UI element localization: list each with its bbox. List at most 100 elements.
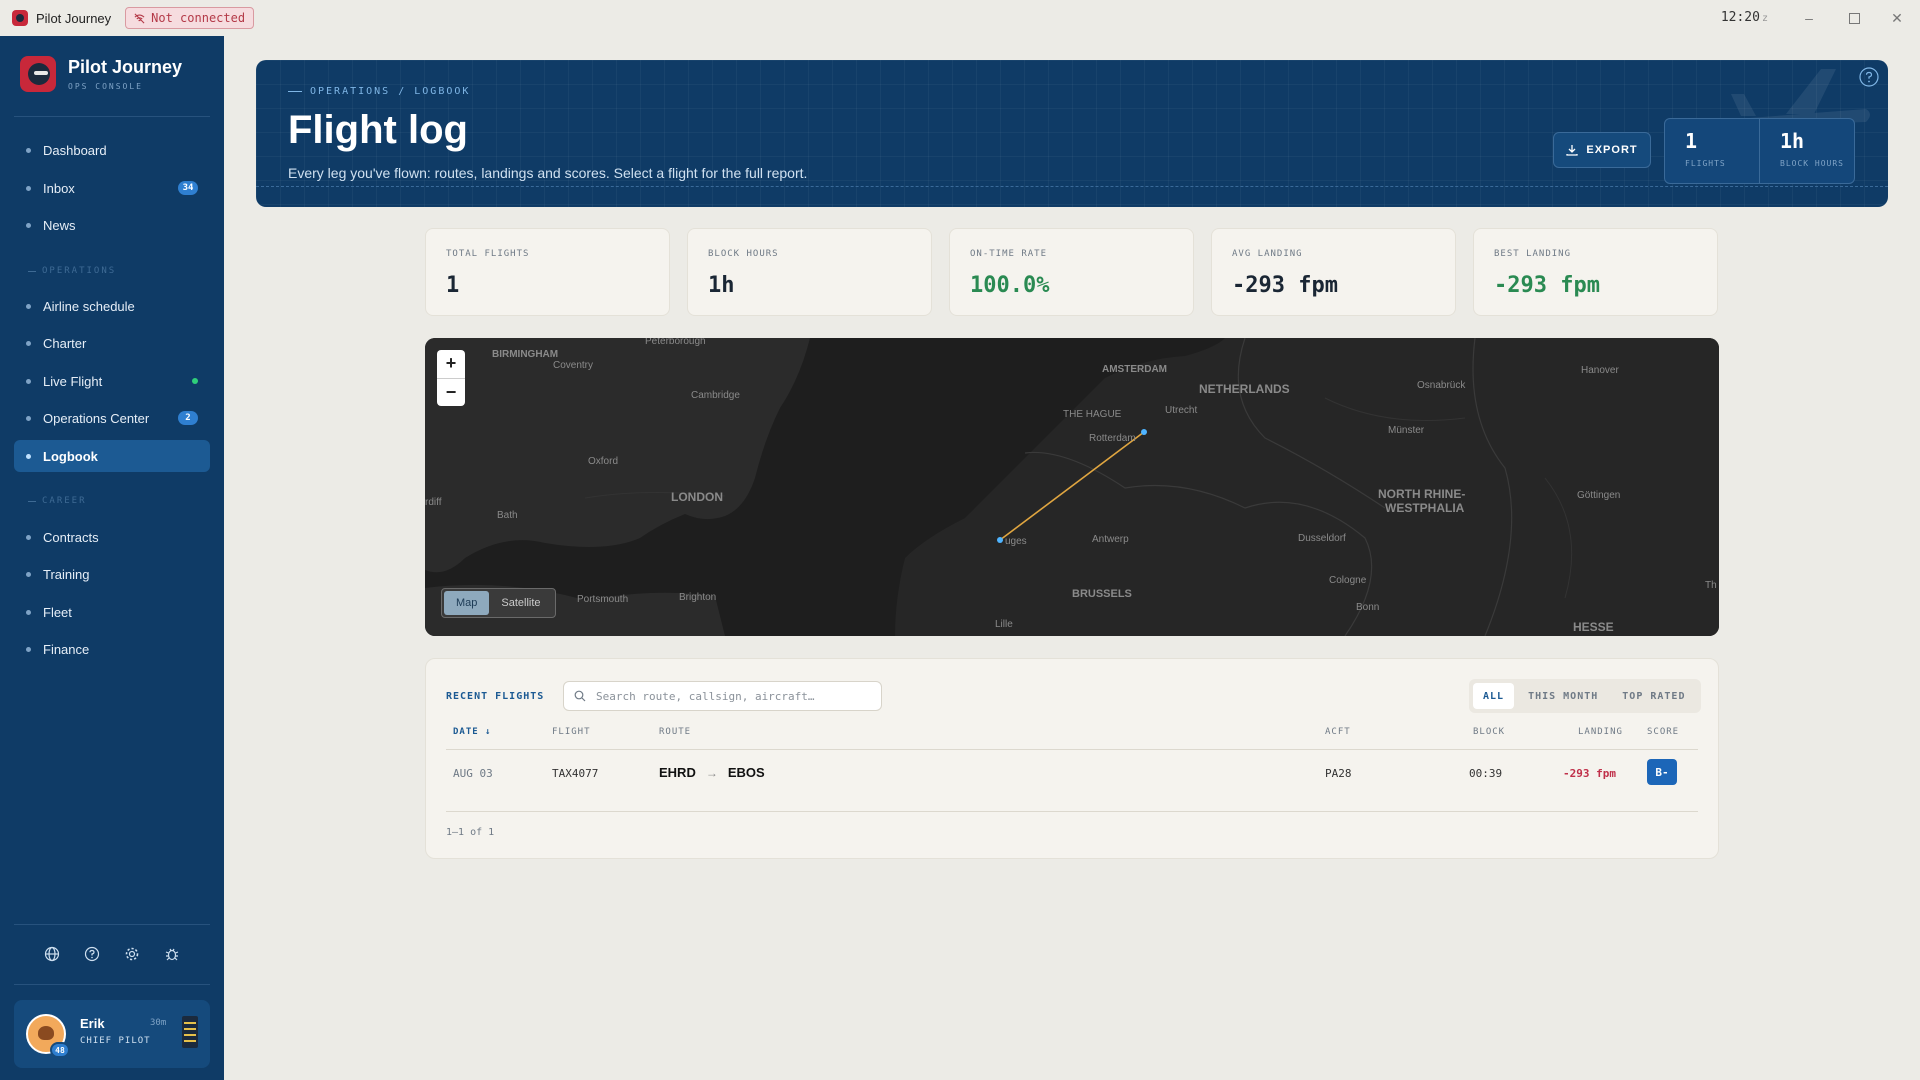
column-header-block[interactable]: BLOCK (1473, 727, 1505, 737)
map-label-antwerp: Antwerp (1092, 534, 1129, 545)
close-icon[interactable]: ✕ (1887, 8, 1907, 28)
sort-down-icon: ↓ (485, 727, 492, 737)
globe-icon[interactable] (42, 944, 62, 964)
map-label-utrecht: Utrecht (1165, 405, 1197, 416)
sidebar-item-label: Logbook (43, 448, 98, 464)
tab-all[interactable]: ALL (1473, 683, 1515, 709)
divider (446, 811, 1698, 812)
bullet-icon (26, 340, 31, 346)
bug-icon[interactable] (162, 944, 182, 964)
download-icon (1566, 145, 1579, 156)
session-time: 30m (150, 1018, 167, 1028)
bullet-icon (26, 646, 31, 652)
stat-card-block-hours: BLOCK HOURS 1h (687, 228, 932, 316)
settings-icon[interactable] (122, 944, 142, 964)
map-label-coventry: Coventry (553, 360, 593, 371)
sidebar-item-live-flight[interactable]: Live Flight (14, 365, 210, 397)
sidebar-item-label: Finance (43, 641, 90, 657)
map-label-netherlands: NETHERLANDS (1199, 382, 1290, 396)
minimize-icon[interactable]: – (1799, 8, 1819, 28)
column-header-landing[interactable]: LANDING (1578, 727, 1623, 737)
connection-status-badge[interactable]: Not connected (125, 7, 255, 29)
utc-clock: 12:20 z (1721, 10, 1768, 25)
brand[interactable]: Pilot Journey OPS CONSOLE (20, 56, 182, 92)
sidebar-item-finance[interactable]: Finance (14, 633, 210, 665)
cell-route: EHRD → EBOS (659, 765, 765, 780)
sidebar: Pilot Journey OPS CONSOLE Dashboard Inbo… (0, 36, 224, 1080)
sidebar-item-label: Live Flight (43, 373, 103, 389)
map-label-gottingen: Göttingen (1577, 490, 1620, 501)
search-field[interactable] (563, 681, 882, 711)
map-mode-satellite[interactable]: Satellite (489, 591, 552, 615)
sidebar-item-operations-center[interactable]: Operations Center 2 (14, 402, 210, 434)
window-title: Pilot Journey (36, 10, 112, 26)
sidebar-item-label: Fleet (43, 604, 72, 620)
bullet-icon (26, 147, 31, 153)
column-header-label: DATE (453, 727, 479, 737)
stat-card-avg-landing: AVG LANDING -293 fpm (1211, 228, 1456, 316)
sidebar-item-label: Charter (43, 335, 87, 351)
app-logo-icon (12, 10, 28, 26)
sidebar-item-dashboard[interactable]: Dashboard (14, 134, 210, 166)
stat-card-on-time-rate: ON-TIME RATE 100.0% (949, 228, 1194, 316)
column-header-flight[interactable]: FLIGHT (552, 727, 591, 737)
map-label-nrw-2: WESTPHALIA (1385, 501, 1465, 515)
sidebar-item-label: Inbox (43, 180, 75, 196)
section-heading-operations: OPERATIONS (28, 266, 116, 276)
sidebar-item-fleet[interactable]: Fleet (14, 596, 210, 628)
search-icon (574, 690, 586, 702)
sidebar-item-label: Contracts (43, 529, 99, 545)
maximize-icon[interactable] (1844, 8, 1864, 28)
clock-zone: z (1761, 13, 1768, 24)
destination-marker (997, 537, 1003, 543)
operations-count-badge: 2 (178, 411, 198, 425)
export-button[interactable]: EXPORT (1553, 132, 1651, 168)
map-label-cologne: Cologne (1329, 575, 1367, 586)
map-label-amsterdam: AMSTERDAM (1102, 364, 1167, 375)
inbox-count-badge: 34 (178, 181, 198, 195)
sidebar-item-contracts[interactable]: Contracts (14, 521, 210, 553)
stat-card-best-landing: BEST LANDING -293 fpm (1473, 228, 1718, 316)
map-label-dusseldorf: Dusseldorf (1298, 533, 1346, 544)
zoom-out-button[interactable]: − (437, 377, 465, 407)
sidebar-item-label: Operations Center (43, 410, 150, 426)
flight-map[interactable]: BIRMINGHAM Coventry Peterborough Cambrid… (425, 338, 1719, 636)
landmass-continent (895, 338, 1719, 636)
section-heading-career: CAREER (28, 496, 87, 506)
cell-block: 00:39 (1469, 767, 1503, 780)
live-status-dot (192, 378, 198, 384)
stat-label: AVG LANDING (1232, 249, 1303, 259)
sidebar-item-training[interactable]: Training (14, 558, 210, 590)
tab-top-rated[interactable]: TOP RATED (1612, 683, 1695, 709)
map-mode-map[interactable]: Map (444, 591, 490, 615)
disconnected-icon (134, 13, 145, 23)
map-label-bath: Bath (497, 510, 518, 521)
zoom-in-button[interactable]: + (437, 350, 465, 378)
search-input[interactable] (596, 689, 876, 703)
map-label-london: LONDON (671, 490, 723, 504)
sidebar-item-inbox[interactable]: Inbox 34 (14, 172, 210, 204)
help-icon[interactable] (1858, 66, 1880, 88)
stat-label: BLOCK HOURS (708, 249, 779, 259)
sidebar-item-charter[interactable]: Charter (14, 327, 210, 359)
column-header-score[interactable]: SCORE (1647, 727, 1679, 737)
user-card[interactable]: 48 Erik CHIEF PILOT 30m (14, 1000, 210, 1068)
cell-date: AUG 03 (453, 767, 493, 780)
column-header-aircraft[interactable]: ACFT (1325, 727, 1351, 737)
hero-stat-value: 1h (1780, 129, 1805, 153)
tab-this-month[interactable]: THIS MONTH (1518, 683, 1608, 709)
map-canvas[interactable]: BIRMINGHAM Coventry Peterborough Cambrid… (425, 338, 1719, 636)
map-label-peterborough: Peterborough (645, 338, 706, 347)
clock-time: 12:20 (1720, 10, 1760, 25)
page-title: Flight log (288, 108, 468, 152)
stat-value: -293 fpm (1232, 273, 1338, 298)
divider (256, 186, 1888, 187)
column-header-route[interactable]: ROUTE (659, 727, 691, 737)
rank-epaulette-icon (182, 1016, 198, 1048)
sidebar-item-logbook[interactable]: Logbook (14, 440, 210, 472)
sidebar-item-airline-schedule[interactable]: Airline schedule (14, 290, 210, 322)
sidebar-item-news[interactable]: News (14, 209, 210, 241)
map-label-cardiff: rdiff (425, 497, 442, 508)
column-header-date[interactable]: DATE ↓ (453, 727, 492, 737)
help-icon[interactable] (82, 944, 102, 964)
